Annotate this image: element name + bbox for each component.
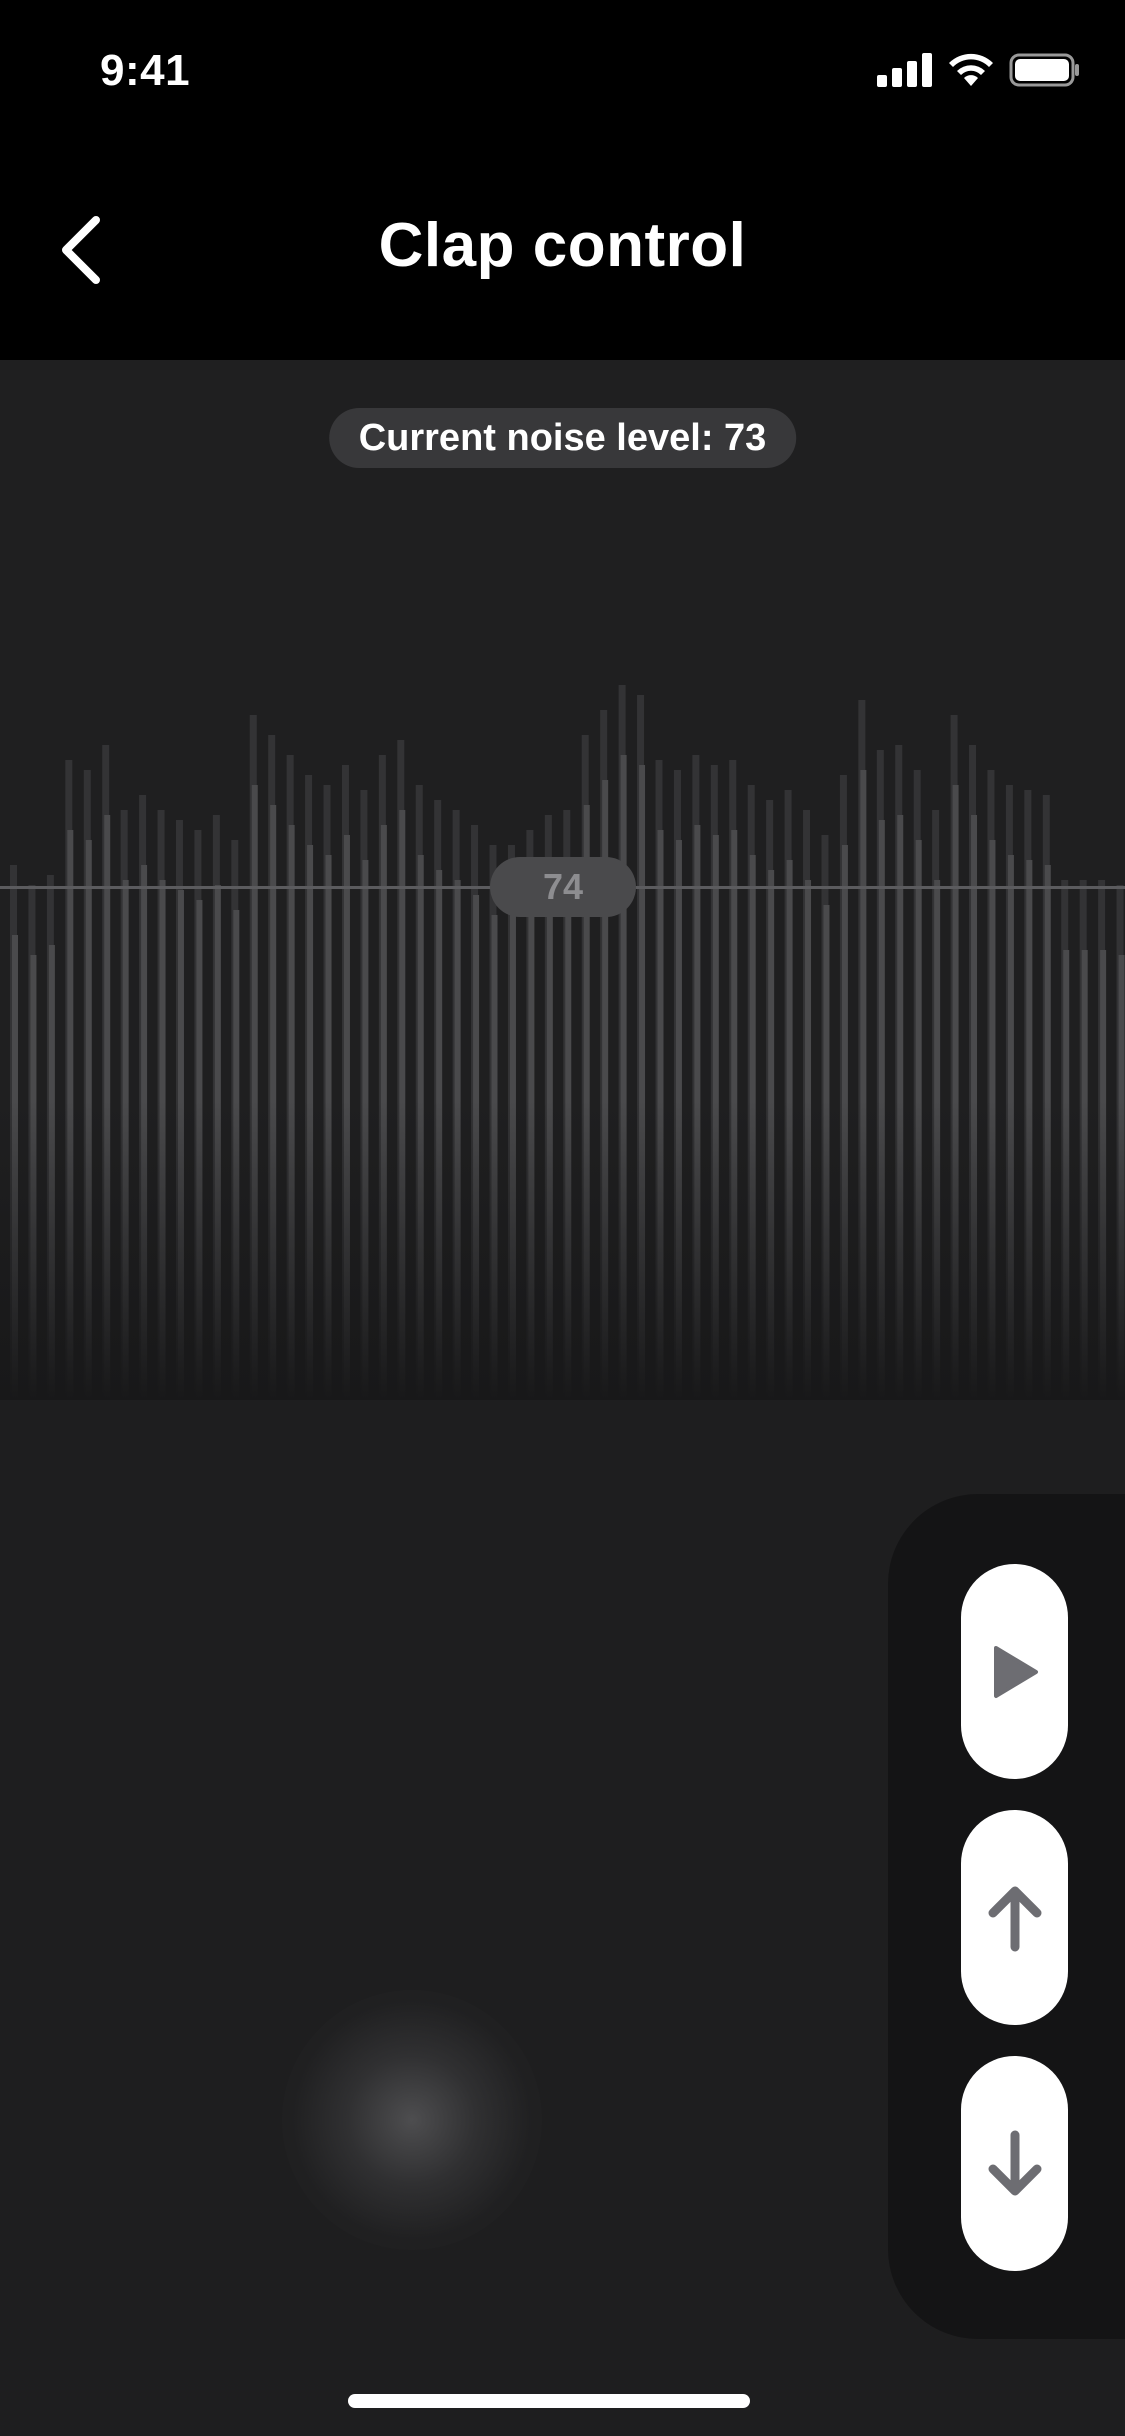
noise-bar (104, 815, 111, 1400)
noise-bar (675, 840, 682, 1400)
noise-bar (509, 915, 516, 1400)
noise-bar (159, 880, 166, 1400)
increase-button[interactable] (961, 1810, 1068, 2025)
noise-bar (639, 765, 646, 1400)
noise-bar (12, 935, 18, 1400)
noise-graph: Current noise level: 73 74 (0, 360, 1125, 1400)
noise-bar (48, 945, 55, 1400)
noise-bar (546, 885, 553, 1400)
noise-bar (473, 895, 480, 1400)
noise-bar (749, 855, 756, 1400)
control-panel (888, 1494, 1125, 2339)
cellular-signal-icon (877, 53, 932, 87)
status-bar: 9:41 (0, 0, 1125, 140)
noise-bar (1007, 855, 1014, 1400)
noise-bar (1118, 955, 1125, 1400)
noise-bar (436, 870, 443, 1400)
noise-bar (288, 825, 295, 1400)
noise-bar (307, 845, 314, 1400)
noise-bar (1026, 860, 1033, 1400)
noise-bar (1081, 950, 1088, 1400)
noise-bar (841, 845, 848, 1400)
noise-bar (528, 900, 535, 1400)
noise-bar (731, 830, 738, 1400)
wifi-icon (949, 53, 993, 86)
noise-bar (122, 880, 129, 1400)
noise-bar (30, 955, 37, 1400)
noise-bar (454, 880, 461, 1400)
play-button[interactable] (961, 1564, 1068, 1779)
noise-bar (196, 900, 203, 1400)
battery-icon (1009, 53, 1079, 87)
noise-bar (657, 830, 664, 1400)
noise-bar (971, 815, 978, 1400)
noise-bar (343, 835, 350, 1400)
noise-bar (1100, 950, 1107, 1400)
noise-bar (565, 880, 572, 1400)
threshold-handle[interactable]: 74 (490, 857, 636, 917)
status-icons (877, 50, 1081, 90)
arrow-up-icon (988, 1886, 1041, 1951)
navigation-bar: Clap control (0, 140, 1125, 360)
noise-bar (860, 770, 867, 1400)
noise-bar (915, 840, 922, 1400)
noise-bar (1063, 950, 1070, 1400)
noise-bar (878, 820, 885, 1400)
noise-bar (141, 865, 148, 1400)
status-time: 9:41 (100, 46, 191, 95)
play-icon (993, 1645, 1038, 1698)
noise-bar (417, 855, 424, 1400)
noise-bar (362, 860, 369, 1400)
noise-bar (491, 915, 498, 1400)
noise-bar (897, 815, 904, 1400)
noise-bar (380, 825, 387, 1400)
noise-bar (233, 910, 240, 1400)
noise-bar (768, 870, 775, 1400)
noise-bar (712, 835, 719, 1400)
page-title: Clap control (378, 211, 747, 280)
clap-area[interactable] (0, 1400, 1125, 2436)
noise-bar (952, 785, 959, 1400)
home-indicator (348, 2394, 750, 2408)
noise-bar (1044, 865, 1051, 1400)
noise-bar (177, 890, 184, 1400)
noise-bar (805, 880, 812, 1400)
noise-bar (823, 905, 830, 1400)
noise-bar (214, 885, 221, 1400)
touch-indicator (282, 1990, 542, 2250)
decrease-button[interactable] (961, 2056, 1068, 2271)
noise-bar (85, 840, 92, 1400)
noise-bar (325, 855, 332, 1400)
noise-bar (694, 825, 701, 1400)
noise-bar (67, 830, 74, 1400)
current-noise-level-badge: Current noise level: 73 (328, 408, 797, 468)
noise-bar (989, 840, 996, 1400)
noise-bar (251, 785, 258, 1400)
noise-bar (399, 810, 406, 1400)
noise-bar (934, 880, 941, 1400)
noise-bar (270, 805, 277, 1400)
noise-bar (620, 755, 627, 1400)
noise-bar (786, 860, 793, 1400)
arrow-down-icon (988, 2130, 1041, 2195)
